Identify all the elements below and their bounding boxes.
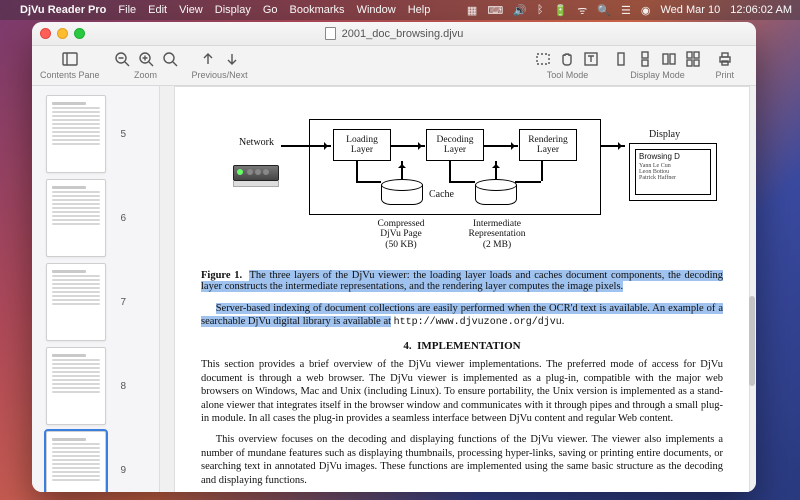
prev-page-button[interactable] — [200, 51, 216, 67]
toolmode-label: Tool Mode — [547, 70, 589, 80]
tool-text-button[interactable] — [583, 51, 599, 67]
paragraph-indexing: Server-based indexing of document collec… — [201, 302, 723, 330]
status-text-icon[interactable]: ⌨ — [487, 4, 503, 17]
page-view[interactable]: Loading Layer Decoding Layer Rendering L… — [160, 86, 756, 492]
figure-diagram: Loading Layer Decoding Layer Rendering L… — [201, 105, 723, 260]
contents-pane-label: Contents Pane — [40, 70, 100, 80]
displaymode-label: Display Mode — [630, 70, 685, 80]
paragraph-impl-1: This section provides a brief overview o… — [201, 358, 723, 425]
thumbnail-6[interactable]: 6 — [32, 176, 159, 260]
window-titlebar[interactable]: 2001_doc_browsing.djvu — [32, 22, 756, 46]
thumbnail-7[interactable]: 7 — [32, 260, 159, 344]
document-icon — [325, 27, 336, 40]
display-single-button[interactable] — [613, 51, 629, 67]
print-label: Print — [715, 70, 734, 80]
display-singlecont-button[interactable] — [637, 51, 653, 67]
status-volume-icon[interactable]: 🔊 — [513, 4, 527, 17]
window-zoom-button[interactable] — [74, 28, 85, 39]
thumbnail-number: 7 — [112, 297, 126, 308]
display-two-button[interactable] — [661, 51, 677, 67]
app-menu[interactable]: DjVu Reader Pro — [20, 4, 106, 16]
thumbnail-number: 8 — [112, 381, 126, 392]
window-close-button[interactable] — [40, 28, 51, 39]
thumbnail-pane[interactable]: 5 6 7 8 9 10 — [32, 86, 160, 492]
menu-view[interactable]: View — [179, 4, 203, 16]
status-siri-icon[interactable]: ◉ — [641, 4, 651, 17]
status-bluetooth-icon[interactable]: ᛒ — [537, 4, 544, 16]
menu-file[interactable]: File — [118, 4, 136, 16]
zoom-out-button[interactable] — [114, 51, 130, 67]
status-control-center-icon[interactable]: ☰ — [621, 4, 631, 17]
window-minimize-button[interactable] — [57, 28, 68, 39]
print-button[interactable] — [717, 51, 733, 67]
tool-hand-button[interactable] — [559, 51, 575, 67]
thumbnail-8[interactable]: 8 — [32, 344, 159, 428]
zoom-fit-button[interactable] — [162, 51, 178, 67]
status-wifi-icon[interactable]: ᯤ — [577, 3, 587, 18]
status-search-icon[interactable]: 🔍 — [597, 4, 611, 17]
zoom-label: Zoom — [134, 70, 157, 80]
status-grid-icon[interactable]: ▦ — [467, 4, 477, 17]
next-page-button[interactable] — [224, 51, 240, 67]
menubar-date[interactable]: Wed Mar 10 — [660, 4, 720, 16]
display-twocont-button[interactable] — [685, 51, 701, 67]
contents-pane-button[interactable] — [62, 51, 78, 67]
thumbnail-number: 5 — [112, 129, 126, 140]
zoom-in-button[interactable] — [138, 51, 154, 67]
macos-menubar: DjVu Reader Pro File Edit View Display G… — [0, 0, 800, 20]
thumbnail-number: 6 — [112, 213, 126, 224]
menu-edit[interactable]: Edit — [148, 4, 167, 16]
menu-go[interactable]: Go — [263, 4, 278, 16]
section-heading: 4. IMPLEMENTATION — [201, 340, 723, 352]
window-title: 2001_doc_browsing.djvu — [342, 28, 464, 40]
tool-select-button[interactable] — [535, 51, 551, 67]
app-window: 2001_doc_browsing.djvu Contents Pane Zoo… — [32, 22, 756, 492]
thumbnail-9[interactable]: 9 — [32, 428, 159, 492]
menu-bookmarks[interactable]: Bookmarks — [290, 4, 345, 16]
thumbnail-5[interactable]: 5 — [32, 92, 159, 176]
status-battery-icon[interactable]: 🔋 — [554, 4, 568, 17]
network-device-icon — [233, 165, 279, 181]
thumbnail-number: 9 — [112, 465, 126, 476]
paragraph-impl-2: This overview focuses on the decoding an… — [201, 433, 723, 487]
menu-window[interactable]: Window — [357, 4, 396, 16]
document-page: Loading Layer Decoding Layer Rendering L… — [174, 86, 750, 492]
prevnext-label: Previous/Next — [192, 70, 248, 80]
menu-help[interactable]: Help — [408, 4, 431, 16]
page-scrollbar[interactable] — [749, 86, 755, 492]
figure-caption: Figure 1. The three layers of the DjVu v… — [201, 270, 723, 292]
menubar-time[interactable]: 12:06:02 AM — [730, 4, 792, 16]
toolbar: Contents Pane Zoom Previous/Next — [32, 46, 756, 86]
menu-display[interactable]: Display — [215, 4, 251, 16]
